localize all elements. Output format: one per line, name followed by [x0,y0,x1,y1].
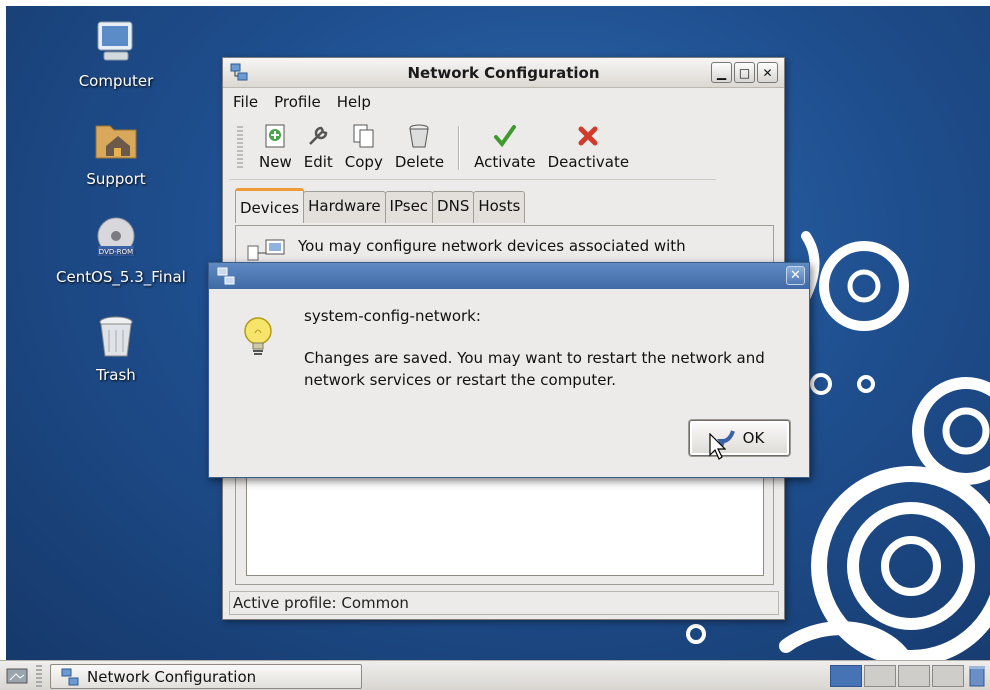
maximize-button[interactable]: □ [734,62,755,83]
close-button[interactable]: ✕ [757,62,778,83]
desktop-icon-label: Support [86,170,146,188]
delete-label: Delete [394,153,445,171]
new-icon [265,124,285,148]
computer-icon [97,21,133,61]
x-mark-icon [578,126,598,146]
desktop-icon-support[interactable]: Support [56,116,176,188]
mouse-cursor-icon [709,433,726,460]
status-bar: Active profile: Common [229,591,779,615]
desktop-icon-label: CentOS_5.3_Final [56,268,186,286]
deactivate-button[interactable]: Deactivate [542,122,635,171]
desktop-icon-label: Computer [78,72,154,90]
delete-trash-icon [409,124,430,148]
trash-icon [99,316,133,357]
copy-icon [353,124,374,148]
deactivate-label: Deactivate [547,153,630,171]
lightbulb-icon [244,317,272,355]
toolbar-separator [458,126,461,170]
new-button[interactable]: New [253,122,298,171]
minimize-button[interactable]: ▁ [711,62,732,83]
check-icon [493,125,516,148]
dialog-heading: system-config-network: [304,307,481,325]
activate-label: Activate [474,153,536,171]
copy-label: Copy [344,153,383,171]
network-app-icon [217,267,235,285]
tab-strip: Devices Hardware IPsec DNS Hosts [235,188,526,223]
panel-description: You may configure network devices associ… [298,237,686,255]
taskbar-item-label: Network Configuration [87,667,257,686]
workspace-switcher [830,665,964,687]
edit-label: Edit [303,153,333,171]
trash-applet-icon[interactable] [968,665,986,687]
taskbar-item-network-configuration[interactable]: Network Configuration [50,664,362,689]
dvd-badge: DVD-ROM [99,248,133,256]
delete-button[interactable]: Delete [389,122,450,171]
workspace-3[interactable] [898,665,930,687]
ok-button[interactable]: OK [689,420,790,456]
close-icon: ✕ [790,268,801,283]
bottom-panel: Network Configuration [0,660,990,690]
wrench-icon [309,126,328,145]
dialog-titlebar[interactable]: ✕ [209,263,809,289]
toolbar-grip[interactable] [237,126,243,170]
menu-profile[interactable]: Profile [274,93,321,111]
tab-devices[interactable]: Devices [235,188,305,223]
tab-hardware[interactable]: Hardware [303,191,386,223]
dialog-close-button[interactable]: ✕ [786,266,805,285]
new-label: New [259,153,292,171]
window-buttons: ▁ □ ✕ [711,62,778,83]
network-app-icon [61,668,79,685]
workspace-1[interactable] [830,665,862,687]
device-list[interactable] [246,466,764,576]
desktop-icon-computer[interactable]: Computer [56,18,176,90]
network-device-icon [247,239,285,261]
ok-label: OK [742,429,765,447]
window-titlebar[interactable]: Network Configuration ▁ □ ✕ [223,58,784,88]
panel-grip[interactable] [36,665,42,687]
activate-button[interactable]: Activate [468,122,541,171]
folder-home-icon [95,125,137,159]
minimize-icon: ▁ [716,65,727,80]
desktop-icon-label: Trash [96,366,136,384]
toolbar: New Edit Copy Delete Activate Deactivate [229,116,716,180]
menu-help[interactable]: Help [337,93,371,111]
panel-info: You may configure network devices associ… [246,236,768,264]
maximize-icon: □ [738,65,751,80]
edit-button[interactable]: Edit [298,122,339,171]
close-icon: ✕ [762,65,773,80]
menubar: File Profile Help [223,88,784,116]
desktop-icon-trash[interactable]: Trash [56,312,176,384]
workspace-2[interactable] [864,665,896,687]
copy-button[interactable]: Copy [339,122,389,171]
workspace-4[interactable] [932,665,964,687]
tab-dns[interactable]: DNS [432,191,475,223]
window-title: Network Configuration [407,64,600,82]
show-desktop-icon[interactable] [6,666,28,686]
menu-file[interactable]: File [233,93,258,111]
dialog-message: Changes are saved. You may want to resta… [304,349,765,389]
desktop-icon-dvd[interactable]: DVD-ROM CentOS_5.3_Final [56,214,186,286]
dvd-rom-icon: DVD-ROM [97,217,135,256]
tab-hosts[interactable]: Hosts [473,191,526,223]
tab-ipsec[interactable]: IPsec [384,191,434,223]
